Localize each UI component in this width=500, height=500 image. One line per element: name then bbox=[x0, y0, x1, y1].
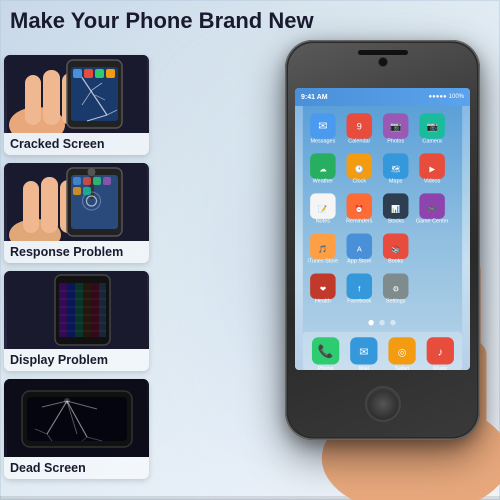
svg-text:Phone: Phone bbox=[318, 366, 334, 370]
svg-text:🗺: 🗺 bbox=[391, 165, 400, 174]
main-phone-area: 9:41 AM ●●●●● 100% bbox=[170, 30, 500, 500]
svg-text:iTunes Store: iTunes Store bbox=[308, 259, 339, 265]
svg-text:⏰: ⏰ bbox=[355, 205, 364, 214]
iphone-screen: 9:41 AM ●●●●● 100% bbox=[295, 88, 470, 370]
svg-text:✉: ✉ bbox=[359, 346, 368, 358]
svg-text:⚙: ⚙ bbox=[392, 285, 399, 294]
status-bar: 9:41 AM ●●●●● 100% bbox=[295, 88, 470, 106]
svg-text:Facebook: Facebook bbox=[347, 299, 371, 305]
ios-home-screen: ✉ Messages 9 Calendar 📷 Photos 📷 Camera … bbox=[295, 106, 470, 370]
svg-text:Notes: Notes bbox=[316, 219, 331, 225]
svg-text:Calendar: Calendar bbox=[348, 138, 370, 144]
dead-screen-label: Dead Screen bbox=[4, 457, 149, 479]
svg-text:Clock: Clock bbox=[352, 178, 366, 184]
svg-text:9: 9 bbox=[357, 122, 362, 132]
svg-text:📊: 📊 bbox=[391, 205, 400, 214]
svg-text:Videos: Videos bbox=[424, 178, 441, 184]
svg-text:Stocks: Stocks bbox=[388, 219, 405, 225]
cracked-screen-svg bbox=[7, 55, 147, 133]
cracked-screen-label: Cracked Screen bbox=[4, 133, 149, 155]
response-problem-card[interactable]: Response Problem bbox=[4, 163, 149, 263]
battery-indicator: 100% bbox=[449, 94, 464, 100]
svg-text:📷: 📷 bbox=[426, 122, 437, 132]
svg-text:Music: Music bbox=[433, 366, 448, 370]
svg-text:App Store: App Store bbox=[347, 259, 371, 265]
display-problem-label: Display Problem bbox=[4, 349, 149, 371]
status-time: 9:41 AM bbox=[301, 94, 328, 101]
page-title: Make Your Phone Brand New bbox=[10, 8, 490, 34]
iphone-speaker bbox=[358, 50, 408, 55]
svg-text:Photos: Photos bbox=[387, 138, 404, 144]
svg-text:☁: ☁ bbox=[319, 165, 326, 174]
cracked-screen-card[interactable]: Cracked Screen bbox=[4, 55, 149, 155]
svg-text:Camera: Camera bbox=[422, 138, 442, 144]
response-problem-label: Response Problem bbox=[4, 241, 149, 263]
svg-text:📷: 📷 bbox=[390, 122, 401, 132]
svg-text:📞: 📞 bbox=[318, 342, 334, 358]
svg-text:Safari: Safari bbox=[395, 366, 409, 370]
svg-text:♪: ♪ bbox=[438, 346, 443, 358]
svg-text:Weather: Weather bbox=[313, 178, 334, 184]
cracked-screen-thumbnail bbox=[4, 55, 149, 133]
svg-text:Settings: Settings bbox=[386, 299, 406, 305]
response-problem-thumbnail bbox=[4, 163, 149, 241]
svg-text:🎮: 🎮 bbox=[428, 205, 437, 214]
display-problem-card[interactable]: Display Problem bbox=[4, 271, 149, 371]
svg-text:Messages: Messages bbox=[310, 138, 335, 144]
dead-screen-svg bbox=[7, 379, 147, 457]
svg-text:📝: 📝 bbox=[318, 205, 327, 214]
svg-text:Books: Books bbox=[388, 259, 403, 265]
svg-text:Health: Health bbox=[315, 299, 331, 305]
svg-text:A: A bbox=[357, 245, 362, 254]
svg-text:❤: ❤ bbox=[320, 285, 326, 294]
svg-text:🕐: 🕐 bbox=[355, 165, 364, 174]
iphone-camera bbox=[379, 58, 387, 66]
thumbnail-list: Cracked Screen bbox=[4, 55, 149, 479]
response-problem-svg bbox=[7, 163, 147, 241]
display-problem-thumbnail bbox=[4, 271, 149, 349]
display-problem-svg bbox=[7, 271, 147, 349]
svg-text:Game Center: Game Center bbox=[416, 219, 449, 225]
main-iphone: 9:41 AM ●●●●● 100% bbox=[285, 40, 480, 440]
dead-screen-card[interactable]: Dead Screen bbox=[4, 379, 149, 479]
svg-text:✉: ✉ bbox=[318, 121, 327, 133]
svg-text:Reminders: Reminders bbox=[346, 219, 373, 225]
svg-text:◎: ◎ bbox=[398, 347, 407, 358]
header: Make Your Phone Brand New bbox=[10, 8, 490, 34]
dead-screen-thumbnail bbox=[4, 379, 149, 457]
iphone-home-button[interactable] bbox=[367, 388, 399, 420]
svg-text:Mail: Mail bbox=[359, 366, 369, 370]
svg-text:▶: ▶ bbox=[429, 165, 435, 174]
status-right: ●●●●● 100% bbox=[429, 94, 464, 100]
signal-indicator: ●●●●● bbox=[429, 94, 447, 100]
svg-text:📚: 📚 bbox=[391, 245, 400, 254]
ios-screen-content: ✉ Messages 9 Calendar 📷 Photos 📷 Camera … bbox=[295, 106, 470, 370]
svg-text:🎵: 🎵 bbox=[318, 245, 327, 254]
svg-text:Maps: Maps bbox=[389, 178, 403, 184]
